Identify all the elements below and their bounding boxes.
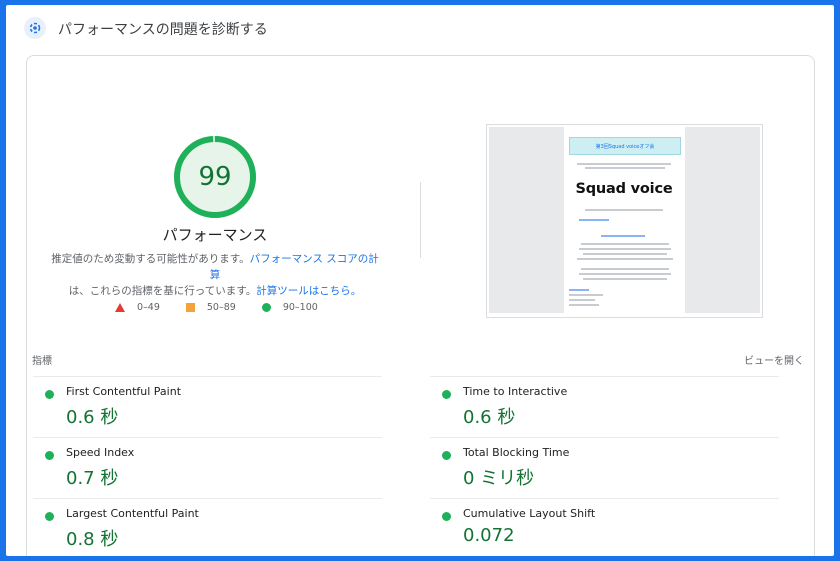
screenshot-text-line (569, 304, 599, 306)
metric-value: 0.072 (463, 525, 515, 546)
screenshot-page: 第3回Squad voiceオフ会 Squad voice (565, 127, 683, 313)
metric-largest-contentful-paint: Largest Contentful Paint 0.8 秒 (33, 498, 382, 556)
screenshot-margin-left (489, 127, 564, 313)
circle-icon (261, 303, 271, 312)
screenshot-text-line (585, 167, 665, 169)
panel-header: パフォーマンスの問題を診断する (6, 5, 834, 51)
metric-time-to-interactive: Time to Interactive 0.6 秒 (430, 376, 779, 437)
score-value: 99 (198, 162, 232, 192)
description-text-2: は、これらの指標を基に行っています。 (68, 285, 257, 297)
vertical-divider (420, 182, 421, 258)
metric-name: Time to Interactive (463, 385, 568, 398)
metric-first-contentful-paint: First Contentful Paint 0.6 秒 (33, 376, 382, 437)
metric-cumulative-layout-shift: Cumulative Layout Shift 0.072 (430, 498, 779, 556)
performance-card: 99 パフォーマンス 推定値のため変動する可能性があります。パフォーマンス スコ… (26, 55, 815, 556)
screenshot-text-line (569, 289, 589, 291)
legend-range: 0–49 (137, 302, 160, 313)
score-description: 推定値のため変動する可能性があります。パフォーマンス スコアの計算 は、これらの… (49, 251, 381, 299)
metric-name: First Contentful Paint (66, 385, 182, 398)
metric-name: Cumulative Layout Shift (463, 507, 596, 520)
description-text: 推定値のため変動する可能性があります。 (51, 253, 250, 265)
metric-speed-index: Speed Index 0.7 秒 (33, 437, 382, 498)
screenshot-text-line (569, 294, 603, 296)
pass-circle-icon (45, 512, 54, 521)
metrics-header: 指標 ビューを開く (32, 350, 804, 370)
report-panel: パフォーマンスの問題を診断する 99 パフォーマンス 推定値のため変動する可能性… (6, 5, 834, 556)
pass-circle-icon (442, 390, 451, 399)
metric-name: Speed Index (66, 446, 135, 459)
metric-value: 0.7 秒 (66, 468, 119, 489)
calculator-link[interactable]: 計算ツールはこちら。 (256, 285, 361, 297)
metric-total-blocking-time: Total Blocking Time 0 ミリ秒 (430, 437, 779, 498)
legend-item-average: 50–89 (185, 302, 236, 313)
score-gauge: 99 (172, 134, 258, 220)
pass-circle-icon (442, 451, 451, 460)
legend-range: 90–100 (282, 302, 318, 313)
screenshot-text-line (583, 278, 667, 280)
panel-title: パフォーマンスの問題を診断する (58, 22, 268, 38)
score-label: パフォーマンス (162, 226, 268, 244)
legend-item-fail: 0–49 (115, 302, 160, 313)
legend-item-pass: 90–100 (261, 302, 318, 313)
screenshot-text-line (583, 253, 667, 255)
screenshot-logo-line (579, 219, 609, 221)
screenshot-text-line (601, 235, 645, 237)
pass-circle-icon (45, 451, 54, 460)
screenshot-text-line (577, 258, 673, 260)
screenshot-banner: 第3回Squad voiceオフ会 (569, 137, 681, 155)
metric-value: 0 ミリ秒 (463, 468, 535, 489)
screenshot-text-line (577, 163, 671, 165)
score-legend: 0–49 50–89 90–100 (115, 302, 344, 313)
gauge-icon (24, 17, 46, 39)
page-screenshot: 第3回Squad voiceオフ会 Squad voice (486, 124, 763, 318)
screenshot-text-line (581, 268, 669, 270)
square-icon (185, 303, 195, 312)
triangle-icon (115, 303, 125, 312)
metric-name: Total Blocking Time (463, 446, 570, 459)
pass-circle-icon (442, 512, 451, 521)
screenshot-text-line (579, 273, 671, 275)
pass-circle-icon (45, 390, 54, 399)
legend-range: 50–89 (206, 302, 236, 313)
metric-value: 0.6 秒 (463, 407, 516, 428)
screenshot-text-line (581, 243, 669, 245)
expand-view-toggle[interactable]: ビューを開く (744, 352, 804, 367)
metric-value: 0.8 秒 (66, 529, 119, 550)
metrics-label: 指標 (32, 356, 52, 367)
metric-value: 0.6 秒 (66, 407, 119, 428)
screenshot-text-line (579, 248, 671, 250)
screenshot-margin-right (685, 127, 760, 313)
screenshot-text-line (585, 209, 663, 211)
screenshot-hero-title: Squad voice (575, 181, 673, 197)
metric-name: Largest Contentful Paint (66, 507, 199, 520)
screenshot-text-line (569, 299, 595, 301)
